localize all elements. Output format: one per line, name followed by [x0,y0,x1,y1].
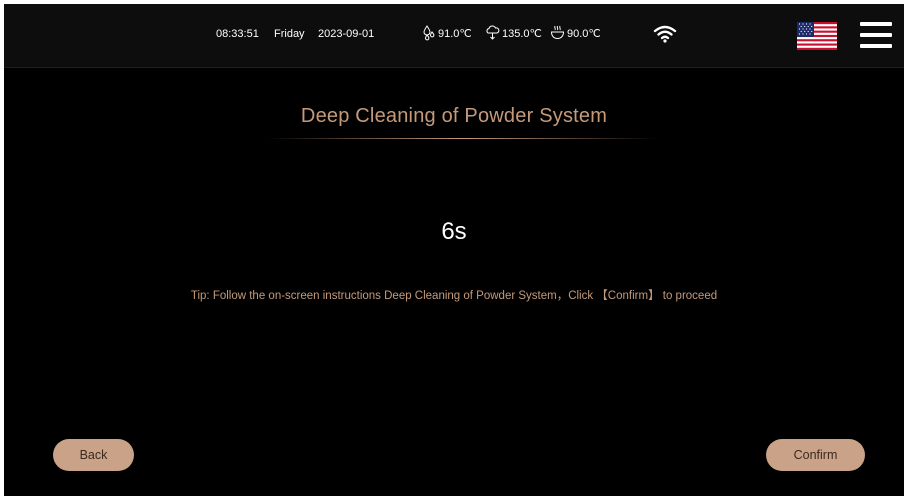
water-drop-icon [423,25,435,41]
milk-heat-icon [550,25,565,40]
wifi-icon [653,25,677,43]
steam-temperature-value: 135.0℃ [502,28,542,40]
title-divider [266,138,658,139]
date: 2023-09-01 [318,28,375,40]
menu-bar [860,33,892,37]
water-temperature-value: 91.0℃ [438,28,472,40]
clock-time: 08:33:51 [216,28,259,40]
instruction-tip: Tip: Follow the on-screen instructions D… [190,290,718,302]
hamburger-menu-icon[interactable] [860,22,892,48]
back-button[interactable]: Back [53,439,134,471]
us-flag-icon[interactable] [797,22,837,50]
milk-temperature-value: 90.0℃ [567,28,601,40]
menu-bar [860,44,892,48]
countdown-timer: 6s [441,218,467,245]
weekday: Friday [274,28,305,40]
page-title: Deep Cleaning of Powder System [300,105,608,127]
app-screen: 08:33:51 Friday 2023-09-01 91.0℃ 135.0℃ … [4,4,904,496]
menu-bar [860,22,892,26]
status-bar: 08:33:51 Friday 2023-09-01 91.0℃ 135.0℃ … [4,4,904,68]
confirm-button[interactable]: Confirm [766,439,865,471]
steam-icon [486,25,500,40]
